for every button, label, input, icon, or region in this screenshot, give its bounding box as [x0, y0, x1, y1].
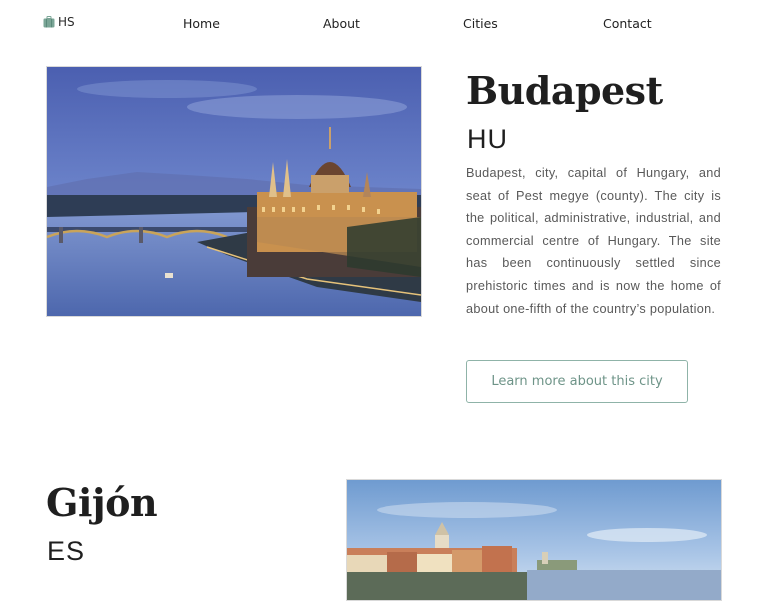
gijon-image — [346, 479, 722, 601]
city-title-gijon: Gijón — [46, 480, 158, 525]
city-code-gijon: ES — [47, 536, 86, 566]
navbar: HS Home About Cities Contact — [0, 0, 766, 48]
suitcase-icon — [43, 16, 55, 28]
nav-contact[interactable]: Contact — [603, 16, 652, 31]
nav-home[interactable]: Home — [183, 16, 220, 31]
city-title: Budapest — [466, 68, 663, 113]
learn-more-button[interactable]: Learn more about this city — [466, 360, 688, 403]
nav-cities[interactable]: Cities — [463, 16, 498, 31]
city-description: Budapest, city, capital of Hungary, and … — [466, 166, 721, 316]
budapest-image — [46, 66, 422, 317]
nav-about[interactable]: About — [323, 16, 360, 31]
logo[interactable]: HS — [43, 15, 75, 29]
logo-text: HS — [58, 15, 75, 29]
city-code: HU — [467, 124, 508, 154]
